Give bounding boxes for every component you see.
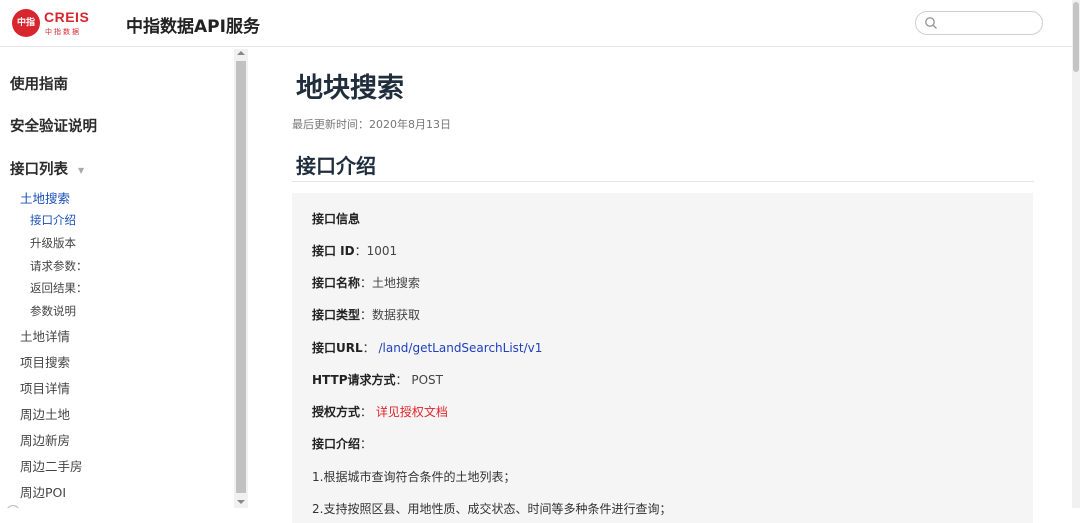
scroll-up-icon[interactable] — [237, 51, 245, 55]
nav-land-search[interactable]: 土地搜索 — [20, 188, 70, 207]
nav-sub-response[interactable]: 返回结果： — [30, 280, 88, 296]
search-icon — [925, 17, 937, 29]
page-title: 地块搜索 — [296, 73, 404, 104]
nav-security[interactable]: 安全验证说明 — [10, 115, 97, 136]
info-method-value: POST — [411, 373, 443, 387]
page-scrollbar[interactable] — [1072, 0, 1080, 508]
info-name-value: 土地搜索 — [372, 276, 421, 290]
nav-sub-params[interactable]: 参数说明 — [30, 303, 76, 319]
section-title: 接口介绍 — [296, 154, 376, 178]
info-url: 接口URL： /land/getLandSearchList/v1 — [312, 341, 543, 355]
search-input[interactable] — [915, 11, 1043, 35]
scroll-down-icon[interactable] — [237, 500, 245, 504]
nav-nearby-poi[interactable]: 周边POI — [20, 482, 66, 501]
nav-nearby-resale[interactable]: 周边二手房 — [20, 456, 83, 475]
section-divider — [292, 181, 1034, 182]
last-updated: 最后更新时间：2020年8月13日 — [292, 118, 451, 131]
page-scrollbar-thumb[interactable] — [1073, 2, 1079, 72]
nav-project-detail[interactable]: 项目详情 — [20, 378, 70, 397]
info-method: HTTP请求方式： POST — [312, 373, 443, 387]
logo-text-en: CREIS — [44, 9, 90, 25]
nav-api-list-label: 接口列表 — [10, 162, 68, 178]
info-heading: 接口信息 — [312, 212, 361, 226]
nav-project-search[interactable]: 项目搜索 — [20, 352, 70, 371]
nav-sub-intro[interactable]: 接口介绍 — [30, 212, 76, 228]
info-id-value: 1001 — [366, 244, 398, 258]
info-intro: 接口介绍： — [312, 437, 373, 451]
api-info-panel: 接口信息 接口 ID：1001 接口名称：土地搜索 接口类型：数据获取 接口UR… — [292, 193, 1033, 523]
top-header: 中指 CREIS 中指数据 中指数据API服务 — [0, 0, 1080, 47]
info-auth: 授权方式： 详见授权文档 — [312, 405, 448, 419]
nav-nearby-land[interactable]: 周边土地 — [20, 404, 70, 423]
site-title[interactable]: 中指数据API服务 — [126, 12, 260, 37]
chevron-down-icon: ▼ — [78, 165, 85, 175]
nav-usage-guide[interactable]: 使用指南 — [10, 73, 68, 94]
sidebar-nav: 使用指南 安全验证说明 接口列表 ▼ 土地搜索 接口介绍 升级版本 请求参数： 返… — [0, 47, 248, 508]
nav-api-list[interactable]: 接口列表 ▼ — [10, 158, 84, 179]
logo-badge: 中指 — [12, 9, 40, 37]
nav-sub-request[interactable]: 请求参数： — [30, 258, 88, 274]
nav-land-detail[interactable]: 土地详情 — [20, 326, 70, 345]
logo-text-cn: 中指数据 — [45, 28, 81, 36]
info-type-value: 数据获取 — [372, 308, 421, 322]
api-url-link[interactable]: /land/getLandSearchList/v1 — [378, 341, 542, 355]
nav-nearby-new-house[interactable]: 周边新房 — [20, 430, 70, 449]
auth-doc-link[interactable]: 详见授权文档 — [376, 405, 448, 419]
intro-line-2: 2.支持按照区县、用地性质、成交状态、时间等多种条件进行查询； — [312, 502, 672, 516]
info-name: 接口名称：土地搜索 — [312, 276, 421, 290]
intro-line-1: 1.根据城市查询符合条件的土地列表； — [312, 470, 516, 484]
nav-sub-upgrade[interactable]: 升级版本 — [30, 235, 76, 251]
sidebar-scrollbar-thumb[interactable] — [236, 61, 246, 493]
info-type: 接口类型：数据获取 — [312, 308, 421, 322]
info-id: 接口 ID：1001 — [312, 244, 398, 258]
creis-logo[interactable]: 中指 CREIS 中指数据 — [10, 6, 90, 38]
